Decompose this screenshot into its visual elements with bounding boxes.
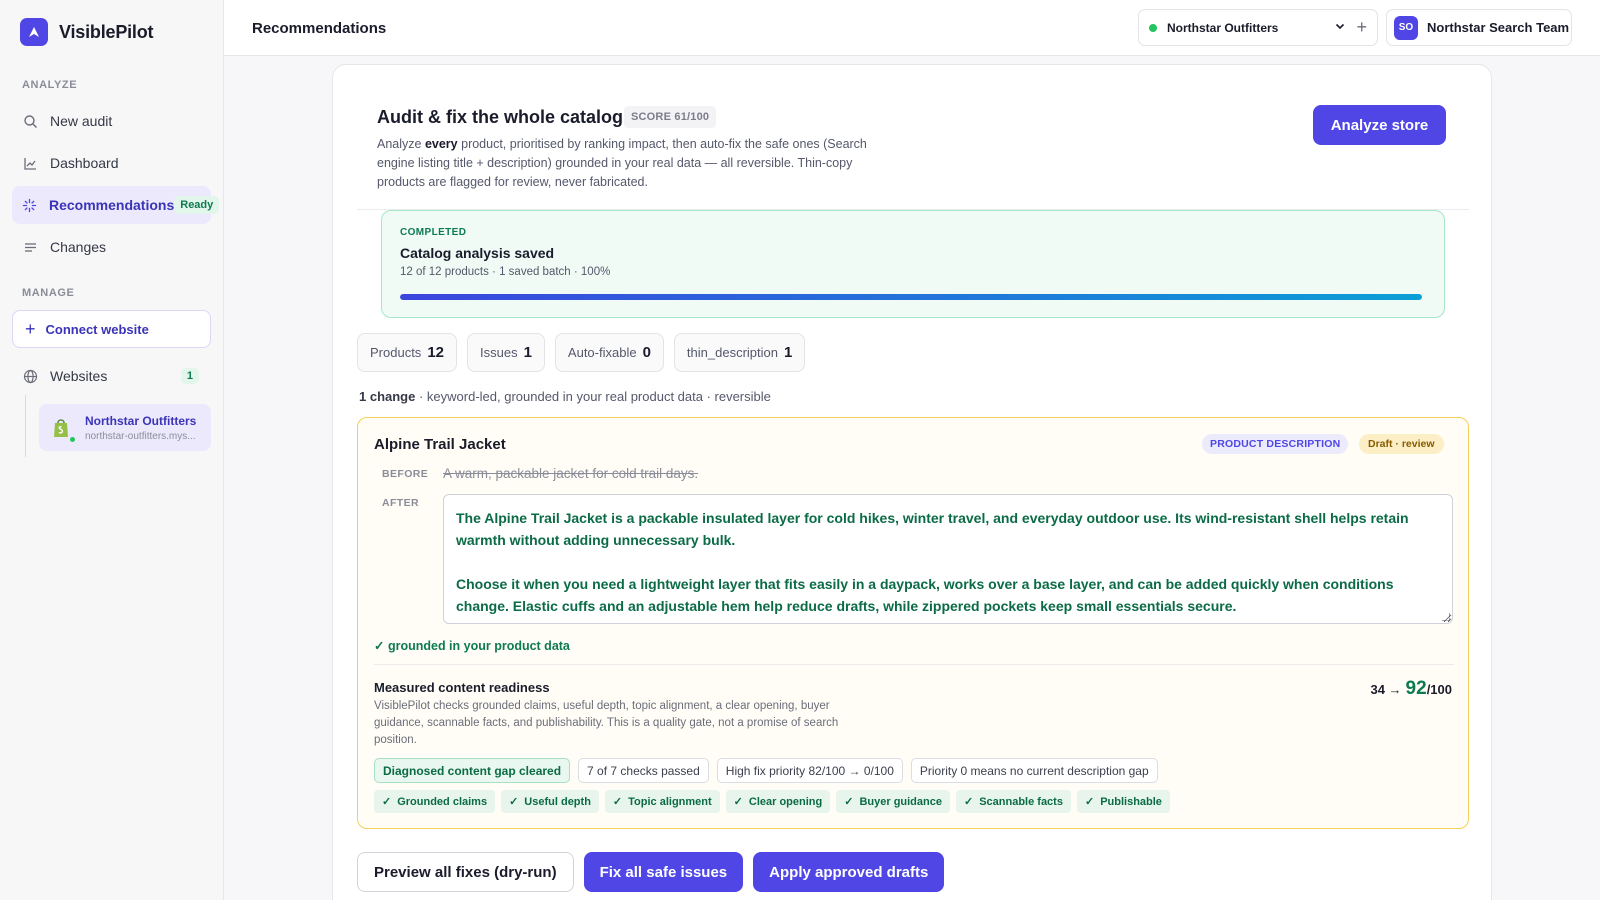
after-paragraph-1: The Alpine Trail Jacket is a packable in… [456,510,1409,548]
pill-checks-passed: 7 of 7 checks passed [578,758,709,783]
nav-label: Dashboard [50,155,119,171]
stat-thin-description[interactable]: thin_description 1 [673,333,806,372]
stat-auto-fixable[interactable]: Auto-fixable 0 [554,333,664,372]
store-name: Northstar Outfitters [1167,20,1279,35]
search-icon [22,113,38,129]
topbar: Recommendations Northstar Outfitters + S… [224,0,1600,56]
progress-bar [400,294,1422,300]
nav-label: Websites [50,368,108,384]
progress-bar-fill [400,294,1422,300]
check-useful-depth: ✓ Useful depth [501,790,599,813]
progress-status-label: COMPLETED [400,227,467,238]
preview-fixes-button[interactable]: Preview all fixes (dry-run) [357,852,574,892]
score-badge: SCORE 61/100 [624,106,717,128]
progress-subtitle: 12 of 12 products · 1 saved batch · 100% [400,266,611,278]
catalog-audit-card: Audit & fix the whole catalog SCORE 61/1… [332,64,1492,900]
check-icon: ✓ [612,796,623,808]
readiness-title: Measured content readiness [374,680,550,695]
sparkle-icon [22,197,37,213]
after-paragraph-2: Choose it when you need a lightweight la… [456,576,1394,614]
check-icon: ✓ [382,796,392,808]
pill-fix-priority: High fix priority 82/100 → 0/100 [716,758,903,783]
check-buyer-guidance: ✓ Buyer guidance [836,790,950,813]
add-store-icon[interactable]: + [1356,17,1367,38]
check-icon: ✓ [733,796,743,808]
change-summary: 1 change · keyword-led, grounded in your… [359,389,771,404]
check-clear-opening: ✓ Clear opening [725,790,831,813]
apply-drafts-button[interactable]: Apply approved drafts [753,852,945,892]
analyze-store-button[interactable]: Analyze store [1313,105,1446,145]
site-tree-line [25,395,26,457]
brand[interactable]: VisiblePilot [20,18,154,46]
chart-icon [22,155,38,171]
check-list: ✓ Grounded claims ✓ Useful depth ✓ Topic al… [374,790,1170,813]
status-badge: Draft · review [1359,434,1444,454]
site-name: Northstar Outfitters [85,413,197,428]
plus-icon: + [25,318,36,339]
progress-panel: COMPLETED Catalog analysis saved 12 of 1… [381,210,1445,318]
store-status-dot [1149,23,1157,32]
connected-status-dot [68,434,77,444]
sidebar: VisiblePilot ANALYZE New audit Dashboard… [0,0,224,900]
websites-count-badge: 1 [180,368,199,384]
nav-new-audit[interactable]: New audit [12,102,211,140]
team-switcher[interactable]: SO Northstar Search Team [1386,9,1572,46]
resize-handle-icon[interactable] [1442,613,1450,621]
brand-name: VisiblePilot [59,21,154,42]
product-title: Alpine Trail Jacket [374,436,506,453]
store-selector[interactable]: Northstar Outfitters + [1138,9,1378,46]
after-textarea[interactable]: The Alpine Trail Jacket is a packable in… [443,494,1453,624]
nav-label: Changes [50,239,107,255]
brand-logo-icon [20,18,48,46]
type-badge: PRODUCT DESCRIPTION [1202,434,1349,454]
nav-changes[interactable]: Changes [12,228,211,266]
stat-products[interactable]: Products 12 [357,333,457,372]
team-name: Northstar Search Team [1427,20,1570,35]
check-scannable-facts: ✓ Scannable facts [955,790,1071,813]
nav-websites[interactable]: Websites 1 [12,357,211,395]
nav-recommendations[interactable]: Recommendations Ready [12,186,220,224]
readiness-score: 34 → 92/100 [1370,678,1452,699]
pill-gap-cleared: Diagnosed content gap cleared [374,758,571,783]
list-icon [22,239,38,255]
nav-label: New audit [50,113,113,129]
before-label: BEFORE [382,468,429,480]
check-publishable: ✓ Publishable [1076,790,1170,813]
site-item-northstar[interactable]: Northstar Outfitters northstar-outfitter… [39,404,211,451]
readiness-description: VisiblePilot checks grounded claims, use… [374,700,839,746]
after-label: AFTER [382,497,419,509]
card-description: Analyze every product, prioritised by ra… [377,137,867,189]
chevron-down-icon[interactable] [1334,20,1346,35]
connect-website-button[interactable]: + Connect website [12,310,211,348]
globe-icon [22,368,38,384]
nav-dashboard[interactable]: Dashboard [12,144,211,182]
grounded-note: ✓ grounded in your product data [374,639,570,653]
check-icon: ✓ [963,796,974,808]
stats-row: Products 12 Issues 1 Auto-fixable 0 thin_de… [357,333,806,372]
analyze-section-label: ANALYZE [22,79,78,91]
check-icon: ✓ [844,796,854,808]
before-text: A warm, packable jacket for cold trail d… [443,466,699,481]
fix-safe-issues-button[interactable]: Fix all safe issues [583,852,744,892]
action-bar: Preview all fixes (dry-run) Fix all safe… [357,852,945,892]
pill-priority-note: Priority 0 means no current description … [910,758,1158,783]
ready-badge: Ready [174,196,220,214]
nav-label: Recommendations [49,197,175,213]
check-grounded-claims: ✓ Grounded claims [374,790,496,813]
progress-title: Catalog analysis saved [400,245,555,261]
recommendation-card: Alpine Trail Jacket PRODUCT DESCRIPTION … [357,417,1469,829]
shopify-icon [49,416,77,444]
readiness-pills: Diagnosed content gap cleared 7 of 7 che… [374,758,1158,783]
page-title: Recommendations [252,20,387,37]
stat-issues[interactable]: Issues 1 [467,333,545,372]
check-topic-alignment: ✓ Topic alignment [604,790,720,813]
avatar: SO [1394,15,1418,40]
manage-section-label: MANAGE [22,287,75,299]
check-icon: ✓ [1084,796,1095,808]
card-title: Audit & fix the whole catalog [377,107,624,127]
check-icon: ✓ [509,796,519,808]
connect-website-label: Connect website [45,321,149,337]
divider [374,664,1454,665]
site-url: northstar-outfitters.mys... [85,430,196,442]
